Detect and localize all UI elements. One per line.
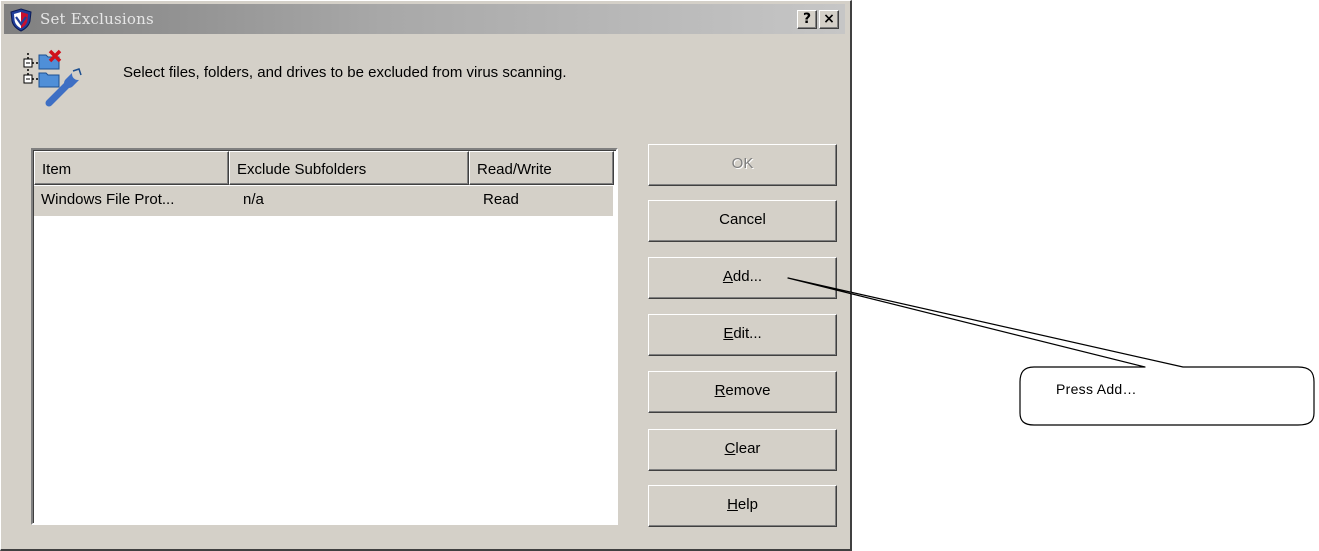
list-row[interactable]: Windows File Prot... n/a Read [34, 186, 613, 216]
cell-exclude-subfolders: n/a [243, 191, 264, 208]
dialog-title: Set Exclusions [40, 10, 154, 28]
cell-item: Windows File Prot... [41, 191, 175, 208]
help-caption-button[interactable]: ? [797, 10, 817, 29]
column-header-exclude-subfolders[interactable]: Exclude Subfolders [229, 151, 469, 185]
column-header-item[interactable]: Item [34, 151, 229, 185]
cancel-button[interactable]: Cancel [648, 200, 837, 242]
close-button[interactable]: × [819, 10, 839, 29]
callout-text: Press Add… [1056, 381, 1137, 397]
exclusion-tree-icon [23, 49, 84, 107]
remove-button[interactable]: Remove [648, 371, 837, 413]
instruction-text: Select files, folders, and drives to be … [123, 64, 567, 81]
remove-button-label: emove [725, 382, 771, 399]
edit-button-label: dit... [733, 325, 762, 342]
clear-button-hotkey: C [724, 440, 736, 457]
add-button[interactable]: Add... [648, 257, 837, 299]
help-button-label: elp [737, 496, 758, 513]
cell-read-write: Read [483, 191, 519, 208]
shield-icon [10, 8, 32, 32]
add-button-hotkey: A [722, 268, 733, 285]
help-button-hotkey: H [727, 496, 738, 513]
column-header-read-write[interactable]: Read/Write [469, 151, 614, 185]
ok-button[interactable]: OK [648, 144, 837, 186]
exclusions-list[interactable]: Item Exclude Subfolders Read/Write Windo… [31, 148, 618, 525]
remove-button-hotkey: R [714, 382, 726, 399]
title-bar[interactable]: Set Exclusions ? × [4, 4, 845, 34]
help-button[interactable]: Help [648, 485, 837, 527]
clear-button[interactable]: Clear [648, 429, 837, 471]
add-button-label: dd... [732, 268, 763, 285]
edit-button[interactable]: Edit... [648, 314, 837, 356]
clear-button-label: lear [735, 440, 761, 457]
edit-button-hotkey: E [723, 325, 734, 342]
list-header: Item Exclude Subfolders Read/Write [34, 151, 615, 185]
set-exclusions-dialog: Set Exclusions ? × Select files, folders… [0, 0, 852, 551]
